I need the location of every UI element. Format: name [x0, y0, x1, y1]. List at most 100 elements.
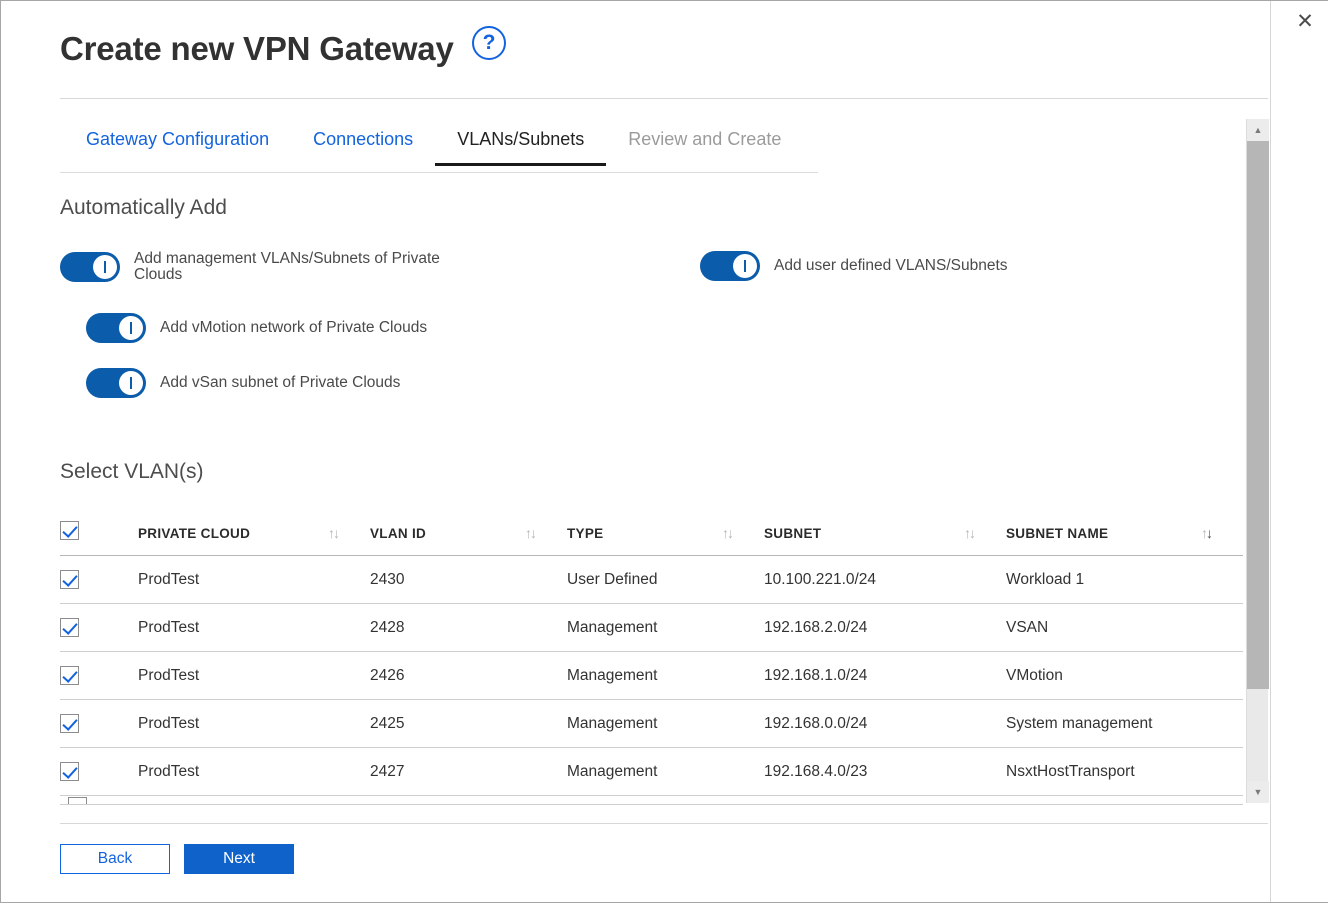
cell-spacer — [964, 603, 1006, 652]
row-checkbox[interactable] — [60, 618, 79, 637]
toggle-knob — [93, 255, 117, 279]
cell-spacer — [722, 651, 764, 700]
cell-spacer — [1201, 747, 1243, 796]
toggle-add-management-vlans[interactable]: Add management VLANs/Subnets of Private … — [60, 251, 464, 283]
scrollbar-thumb[interactable] — [1247, 141, 1269, 689]
cell-spacer — [525, 651, 567, 700]
cell-spacer — [722, 603, 764, 652]
cell-subnet-name: NsxtHostTransport — [1006, 747, 1201, 796]
toggle-label: Add vSan subnet of Private Clouds — [160, 374, 401, 391]
table-row-partial[interactable] — [60, 791, 1243, 805]
row-checkbox[interactable] — [60, 714, 79, 733]
toggle-knob — [119, 371, 143, 395]
cell-private-cloud: ProdTest — [138, 699, 328, 748]
vlan-table: PRIVATE CLOUD ↑↓ VLAN ID ↑↓ TYPE ↑↓ SUBN… — [60, 521, 1243, 796]
row-checkbox[interactable] — [60, 666, 79, 685]
toggle-switch[interactable] — [60, 252, 120, 282]
toggle-add-vsan-subnet[interactable]: Add vSan subnet of Private Clouds — [86, 368, 400, 398]
sort-arrows-icon[interactable]: ↑↓ — [525, 525, 537, 541]
cell-spacer — [525, 555, 567, 604]
cell-private-cloud: ProdTest — [138, 555, 328, 604]
close-icon[interactable]: ✕ — [1288, 4, 1322, 38]
next-button[interactable]: Next — [184, 844, 294, 874]
cell-spacer — [328, 651, 370, 700]
toggle-label: Add management VLANs/Subnets of Private … — [134, 250, 440, 283]
row-checkbox[interactable] — [68, 797, 87, 804]
cell-spacer — [328, 747, 370, 796]
sort-arrows-icon[interactable]: ↑↓ — [964, 525, 976, 541]
sort-vlan-id[interactable]: ↑↓ — [525, 521, 567, 556]
sort-private-cloud[interactable]: ↑↓ — [328, 521, 370, 556]
cell-spacer — [964, 699, 1006, 748]
column-header-subnet-name[interactable]: SUBNET NAME — [1006, 521, 1201, 556]
tab-connections[interactable]: Connections — [291, 129, 435, 163]
cell-subnet-name: Workload 1 — [1006, 555, 1201, 604]
cell-vlan-id: 2428 — [370, 603, 525, 652]
row-checkbox[interactable] — [60, 570, 79, 589]
section-heading-select-vlans: Select VLAN(s) — [60, 460, 204, 483]
row-checkbox-cell — [60, 603, 138, 652]
table-row[interactable]: ProdTest 2428 Management 192.168.2.0/24 … — [60, 603, 1243, 652]
cell-spacer — [964, 555, 1006, 604]
back-button[interactable]: Back — [60, 844, 170, 874]
toggle-switch[interactable] — [86, 368, 146, 398]
table-body: ProdTest 2430 User Defined 10.100.221.0/… — [60, 555, 1243, 796]
sort-arrows-icon[interactable]: ↑↓ — [328, 525, 340, 541]
cell-private-cloud: ProdTest — [138, 747, 328, 796]
sort-type[interactable]: ↑↓ — [722, 521, 764, 556]
row-checkbox-cell — [60, 747, 138, 796]
cell-spacer — [1201, 555, 1243, 604]
sort-arrows-icon[interactable]: ↑↓ — [722, 525, 734, 541]
table-row[interactable]: ProdTest 2425 Management 192.168.0.0/24 … — [60, 699, 1243, 748]
vertical-scrollbar[interactable]: ▲ ▼ — [1246, 119, 1269, 803]
scroll-up-icon[interactable]: ▲ — [1247, 119, 1269, 141]
sort-arrows-icon[interactable]: ↑↓ — [1201, 525, 1213, 541]
cell-spacer — [722, 747, 764, 796]
table-row[interactable]: ProdTest 2427 Management 192.168.4.0/23 … — [60, 747, 1243, 796]
cell-vlan-id: 2425 — [370, 699, 525, 748]
cell-spacer — [1201, 603, 1243, 652]
select-all-checkbox[interactable] — [60, 521, 79, 540]
cell-spacer — [964, 747, 1006, 796]
row-checkbox[interactable] — [60, 762, 79, 781]
cell-vlan-id: 2427 — [370, 747, 525, 796]
column-header-vlan-id[interactable]: VLAN ID — [370, 521, 525, 556]
cell-vlan-id: 2430 — [370, 555, 525, 604]
toggle-add-user-defined-vlans[interactable]: Add user defined VLANS/Subnets — [700, 251, 1008, 281]
section-heading-automatically-add: Automatically Add — [60, 196, 227, 219]
vlan-table-container: PRIVATE CLOUD ↑↓ VLAN ID ↑↓ TYPE ↑↓ SUBN… — [60, 521, 1243, 796]
row-checkbox-cell — [60, 651, 138, 700]
tab-gateway-configuration[interactable]: Gateway Configuration — [60, 129, 291, 163]
cell-type: Management — [567, 699, 722, 748]
column-header-type[interactable]: TYPE — [567, 521, 722, 556]
column-header-subnet[interactable]: SUBNET — [764, 521, 964, 556]
toggle-switch[interactable] — [86, 313, 146, 343]
sort-subnet[interactable]: ↑↓ — [964, 521, 1006, 556]
app-root: ✕ Create new VPN Gateway ? Gateway Confi… — [0, 0, 1328, 903]
toggle-switch[interactable] — [700, 251, 760, 281]
toggle-add-vmotion-network[interactable]: Add vMotion network of Private Clouds — [86, 313, 427, 343]
question-circle-icon[interactable]: ? — [472, 26, 507, 60]
cell-spacer — [722, 555, 764, 604]
table-row[interactable]: ProdTest 2426 Management 192.168.1.0/24 … — [60, 651, 1243, 700]
cell-subnet: 192.168.0.0/24 — [764, 699, 964, 748]
table-row[interactable]: ProdTest 2430 User Defined 10.100.221.0/… — [60, 555, 1243, 604]
row-checkbox-cell — [60, 555, 138, 604]
sort-subnet-name[interactable]: ↑↓ — [1201, 521, 1243, 556]
row-checkbox-cell — [60, 699, 138, 748]
column-header-private-cloud[interactable]: PRIVATE CLOUD — [138, 521, 328, 556]
tab-vlans-subnets[interactable]: VLANs/Subnets — [435, 129, 607, 166]
scroll-down-icon[interactable]: ▼ — [1247, 781, 1269, 803]
dialog-footer: Back Next — [60, 844, 294, 874]
cell-spacer — [525, 699, 567, 748]
cell-subnet-name: VSAN — [1006, 603, 1201, 652]
cell-subnet-name: VMotion — [1006, 651, 1201, 700]
cell-vlan-id: 2426 — [370, 651, 525, 700]
cell-spacer — [525, 747, 567, 796]
wizard-tabs: Gateway Configuration Connections VLANs/… — [60, 129, 818, 173]
cell-type: Management — [567, 651, 722, 700]
cell-type: User Defined — [567, 555, 722, 604]
tab-review-and-create[interactable]: Review and Create — [606, 129, 803, 163]
cell-spacer — [964, 651, 1006, 700]
cell-subnet-name: System management — [1006, 699, 1201, 748]
